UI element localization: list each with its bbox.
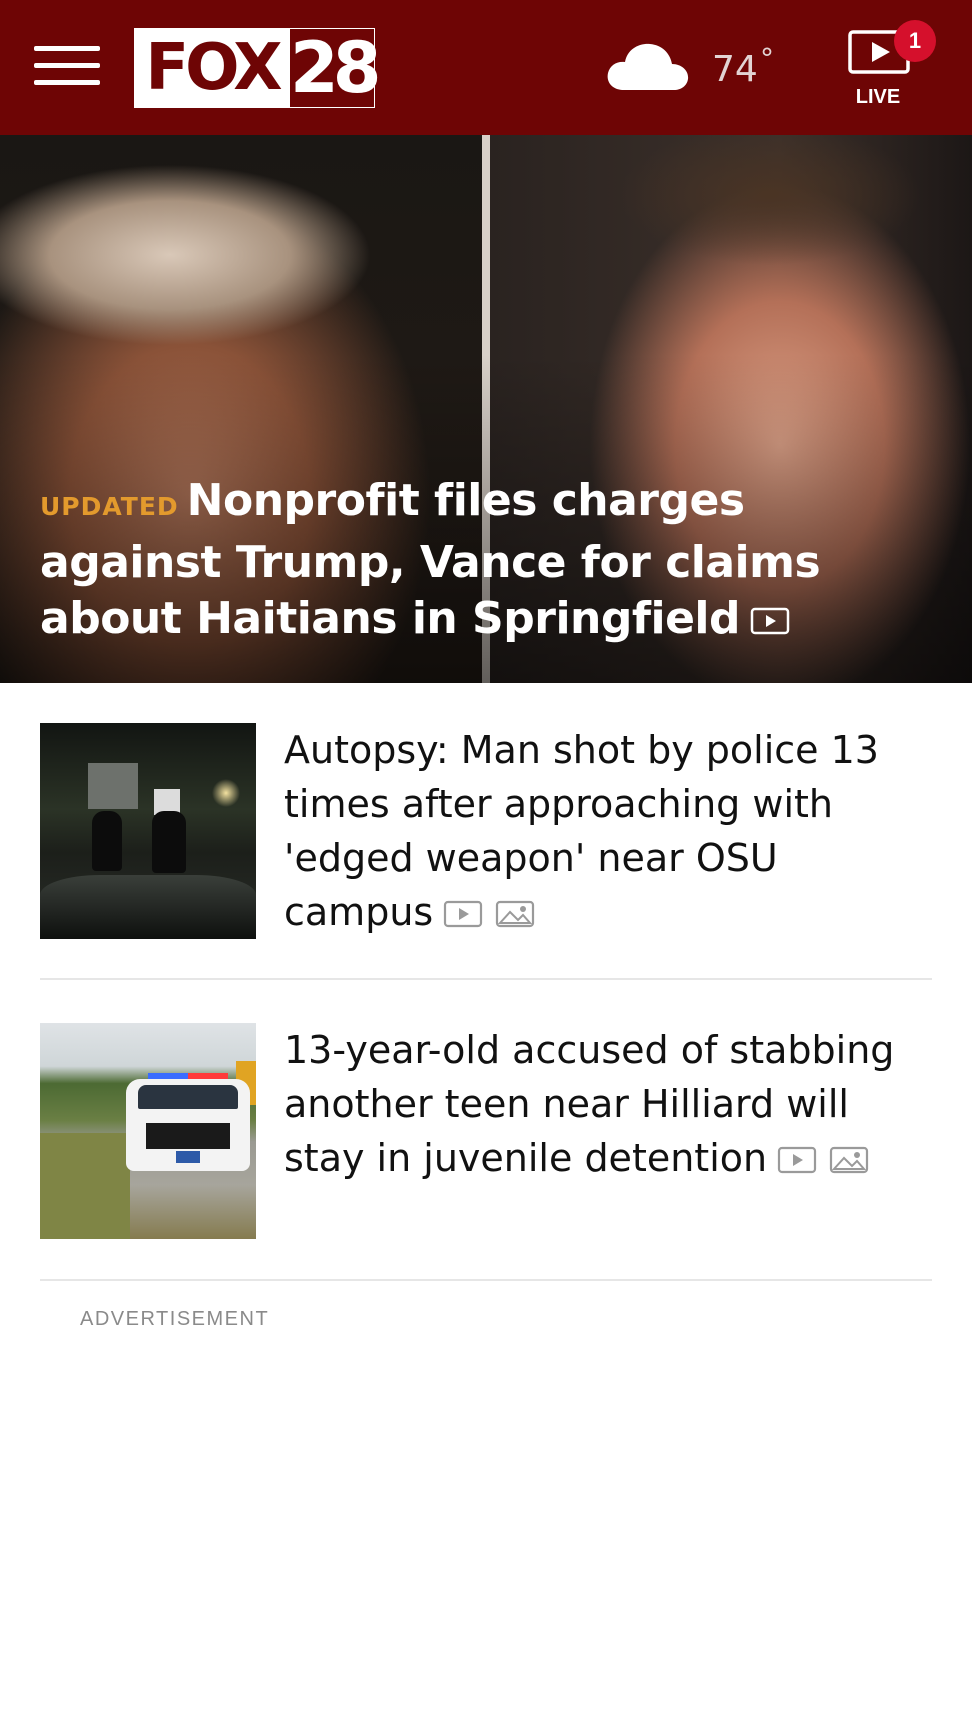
video-icon <box>750 593 790 649</box>
temperature-value: 74 <box>712 49 758 90</box>
site-header: FOX 28 74 ° LIVE 1 <box>0 0 972 135</box>
logo-brand-word: FOX <box>134 28 290 108</box>
video-icon <box>777 1134 817 1188</box>
notification-badge: 1 <box>894 20 936 62</box>
logo-brand-number: 28 <box>289 27 381 109</box>
cloud-icon <box>607 43 689 90</box>
updated-tag: UPDATED <box>40 492 179 521</box>
weather-widget[interactable]: 74 ° <box>606 36 786 100</box>
photo-gallery-icon <box>829 1134 869 1188</box>
story-item[interactable]: 13-year-old accused of stabbing another … <box>40 1023 932 1239</box>
live-button[interactable]: LIVE 1 <box>840 20 940 114</box>
advertisement-label: ADVERTISEMENT <box>80 1308 270 1330</box>
story-headline-block[interactable]: Autopsy: Man shot by police 13 times aft… <box>284 723 924 942</box>
story-thumbnail[interactable] <box>40 1023 256 1239</box>
story-item[interactable]: Autopsy: Man shot by police 13 times aft… <box>40 723 932 939</box>
temperature-degree: ° <box>760 42 774 75</box>
story-headline[interactable]: Autopsy: Man shot by police 13 times aft… <box>284 728 879 934</box>
live-label: LIVE <box>855 86 901 108</box>
story-divider <box>40 978 932 980</box>
story-divider <box>40 1279 932 1281</box>
photo-gallery-icon <box>495 888 535 942</box>
story-thumbnail[interactable] <box>40 723 256 939</box>
hero-headline-block[interactable]: UPDATED Nonprofit files charges against T… <box>40 473 940 649</box>
hero-story[interactable]: UPDATED Nonprofit files charges against T… <box>0 135 972 683</box>
menu-icon[interactable] <box>34 46 100 86</box>
story-headline-block[interactable]: 13-year-old accused of stabbing another … <box>284 1023 924 1188</box>
video-icon <box>443 888 483 942</box>
site-logo[interactable]: FOX 28 <box>134 27 381 109</box>
